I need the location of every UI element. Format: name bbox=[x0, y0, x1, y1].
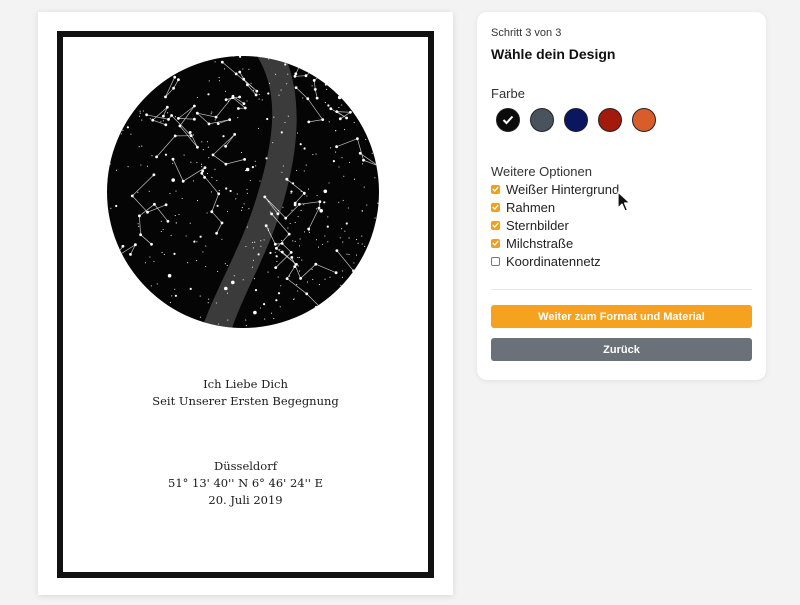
option-label: Koordinatennetz bbox=[506, 253, 601, 269]
mouse-pointer-icon bbox=[617, 191, 631, 218]
check-icon bbox=[492, 186, 499, 192]
option-item[interactable]: Milchstraße bbox=[491, 234, 619, 252]
option-label: Rahmen bbox=[506, 199, 556, 215]
star-map bbox=[107, 56, 379, 328]
divider bbox=[491, 289, 752, 290]
options-label: Weitere Optionen bbox=[491, 164, 592, 179]
option-item[interactable]: Sternbilder bbox=[491, 216, 619, 234]
poster-message-line2: Seit Unserer Ersten Begegnung bbox=[152, 394, 339, 408]
option-item[interactable]: Weißer Hintergrund bbox=[491, 180, 619, 198]
option-label: Weißer Hintergrund bbox=[506, 181, 620, 197]
color-swatch-red[interactable] bbox=[598, 108, 622, 132]
poster-location-block: Düsseldorf 51° 13' 40'' N 6° 46' 24'' E … bbox=[38, 458, 453, 509]
checkbox-checked[interactable] bbox=[491, 202, 500, 212]
color-swatch-orange[interactable] bbox=[632, 108, 656, 132]
color-swatches bbox=[496, 108, 656, 132]
back-button[interactable]: Zurück bbox=[491, 338, 752, 361]
option-label: Sternbilder bbox=[506, 217, 569, 233]
color-swatch-slate[interactable] bbox=[530, 108, 554, 132]
poster-preview: Ich Liebe Dich Seit Unserer Ersten Begeg… bbox=[38, 12, 453, 595]
check-icon bbox=[492, 222, 499, 228]
option-label: Milchstraße bbox=[506, 235, 574, 251]
poster-location: Düsseldorf bbox=[214, 459, 277, 473]
options-list: Weißer Hintergrund Rahmen Sternbilder Milch… bbox=[491, 180, 619, 270]
option-item[interactable]: Rahmen bbox=[491, 198, 619, 216]
option-item[interactable]: Koordinatennetz bbox=[491, 252, 619, 270]
next-format-button[interactable]: Weiter zum Format und Material bbox=[491, 305, 752, 328]
color-label: Farbe bbox=[491, 86, 525, 101]
color-swatch-navy[interactable] bbox=[564, 108, 588, 132]
checkbox-checked[interactable] bbox=[491, 184, 500, 194]
check-icon bbox=[492, 204, 499, 210]
checkbox-checked[interactable] bbox=[491, 238, 500, 248]
poster-date: 20. Juli 2019 bbox=[208, 493, 283, 507]
star-map-graphic bbox=[107, 56, 379, 328]
step-indicator: Schritt 3 von 3 bbox=[491, 27, 562, 39]
check-icon bbox=[492, 240, 499, 246]
checkbox-unchecked[interactable] bbox=[491, 256, 500, 266]
poster-message: Ich Liebe Dich Seit Unserer Ersten Begeg… bbox=[38, 376, 453, 410]
poster-coordinates: 51° 13' 40'' N 6° 46' 24'' E bbox=[168, 476, 323, 490]
checkbox-checked[interactable] bbox=[491, 220, 500, 230]
color-swatch-black[interactable] bbox=[496, 108, 520, 132]
check-icon bbox=[502, 115, 514, 125]
poster-message-line1: Ich Liebe Dich bbox=[203, 377, 288, 391]
panel-title: Wähle dein Design bbox=[491, 46, 616, 62]
